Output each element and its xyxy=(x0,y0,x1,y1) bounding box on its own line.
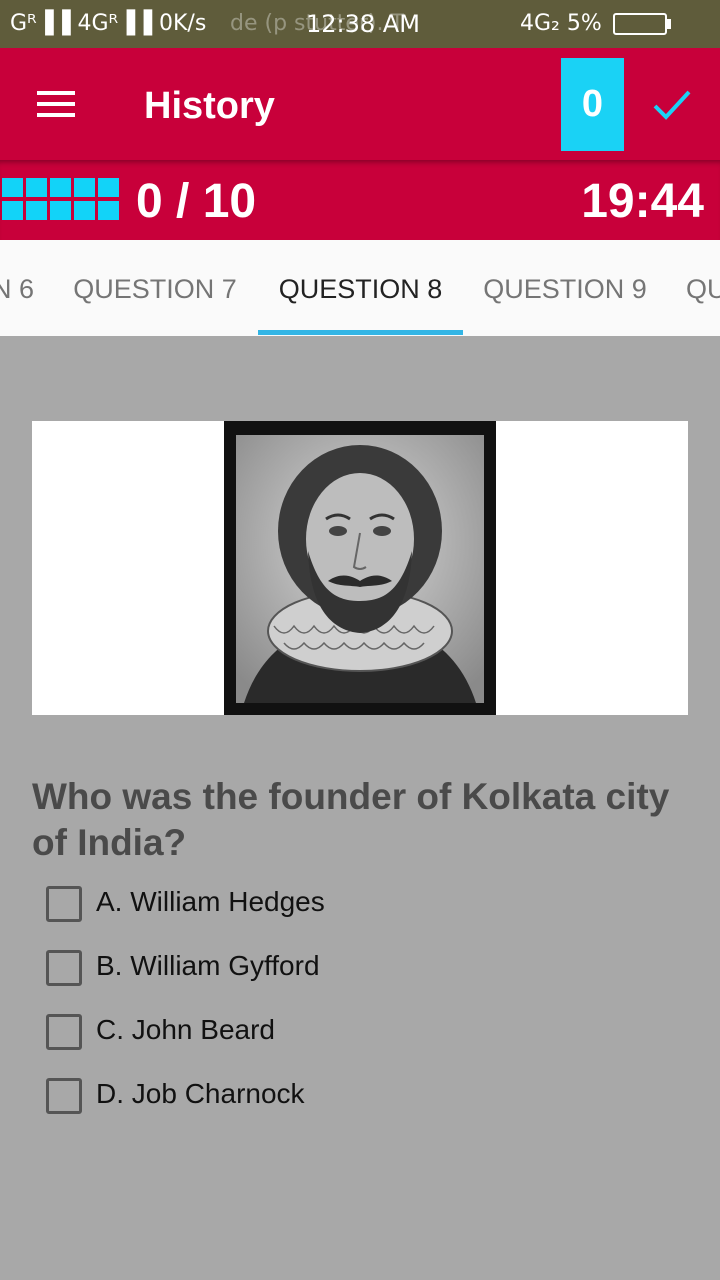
checkbox[interactable] xyxy=(46,1014,82,1050)
question-tabs: N 6 QUESTION 7 QUESTION 8 QUESTION 9 QU xyxy=(0,240,720,336)
check-icon[interactable] xyxy=(652,88,692,122)
tab-indicator xyxy=(258,330,463,335)
portrait-image xyxy=(224,421,496,715)
status-right-text: 4G₂ 5% xyxy=(520,11,602,36)
option-label: B. William Gyfford xyxy=(96,950,320,981)
option-label: A. William Hedges xyxy=(96,886,325,917)
status-right: 4G₂ 5% xyxy=(520,11,671,36)
progress-counter: 0 / 10 xyxy=(136,175,257,228)
menu-icon[interactable] xyxy=(37,89,75,119)
checkbox[interactable] xyxy=(46,950,82,986)
option-label: C. John Beard xyxy=(96,1014,275,1045)
status-left: Gᴿ▐▐ 4Gᴿ▐▐ 0K/s xyxy=(10,11,207,36)
tab-question-7[interactable]: QUESTION 7 xyxy=(60,240,250,336)
tab-question-6[interactable]: N 6 xyxy=(0,240,34,336)
page-title: History xyxy=(144,85,275,127)
score-badge: 0 xyxy=(561,58,624,151)
status-bar: Gᴿ▐▐ 4Gᴿ▐▐ 0K/s de (p stutter). T 12:38 … xyxy=(0,0,720,48)
battery-icon xyxy=(612,13,671,35)
question-image xyxy=(32,421,688,715)
option-label: D. Job Charnock xyxy=(96,1078,305,1109)
tab-question-10[interactable]: QU xyxy=(686,240,720,336)
app-bar: History 0 xyxy=(0,48,720,160)
tab-question-8[interactable]: QUESTION 8 xyxy=(258,240,463,336)
timer: 19:44 xyxy=(581,175,704,228)
checkbox[interactable] xyxy=(46,1078,82,1114)
question-grid-icon[interactable] xyxy=(2,178,120,222)
question-text: Who was the founder of Kolkata city of I… xyxy=(32,776,670,863)
status-time: 12:38 AM xyxy=(306,10,420,38)
checkbox[interactable] xyxy=(46,886,82,922)
tab-question-9[interactable]: QUESTION 9 xyxy=(470,240,660,336)
progress-bar: 0 / 10 19:44 xyxy=(0,160,720,240)
